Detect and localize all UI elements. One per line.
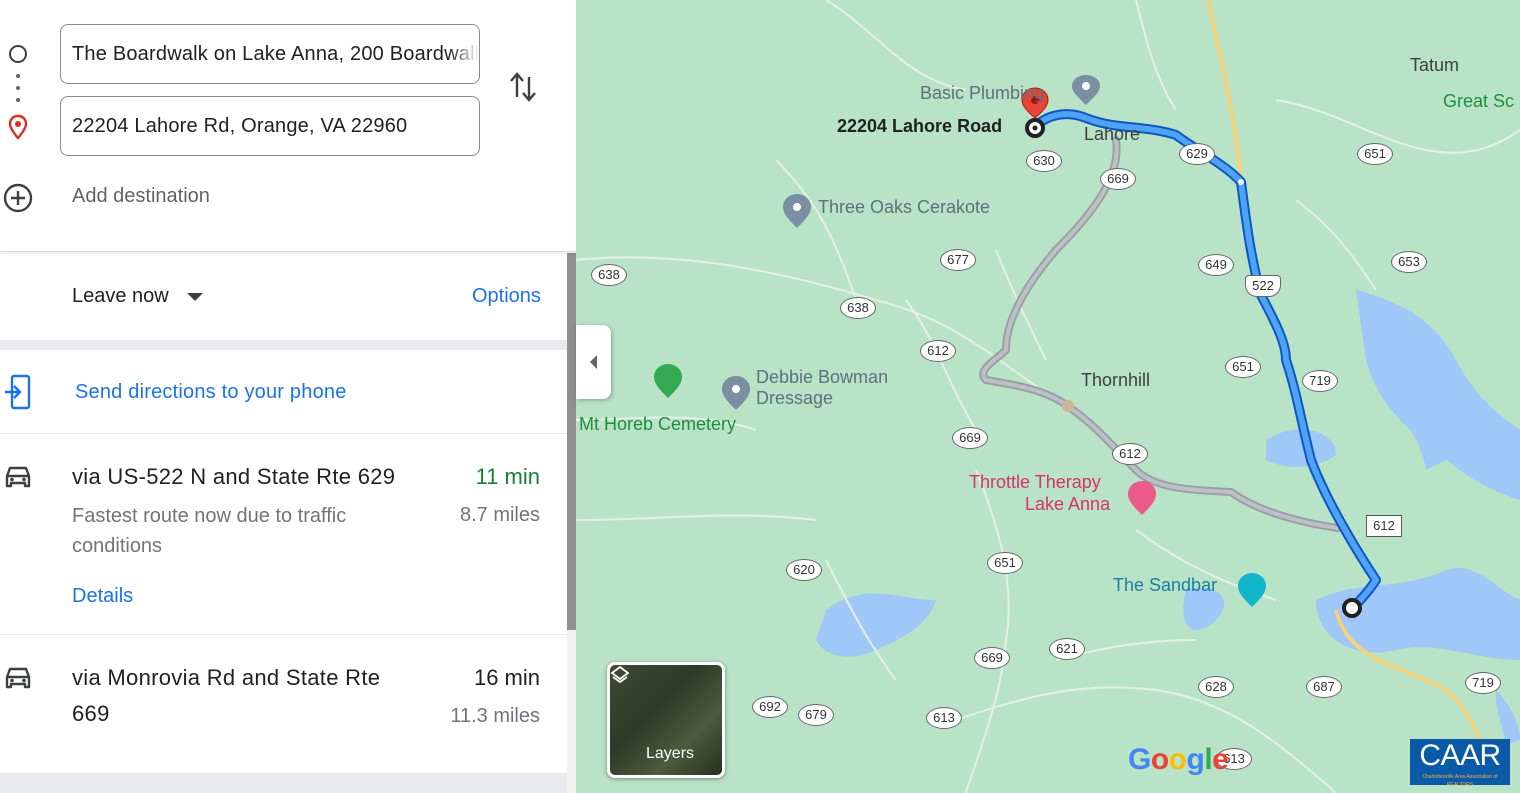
- road-shield: 719: [1465, 672, 1501, 694]
- place-label[interactable]: Debbie Bowman: [756, 367, 888, 388]
- section-divider: [0, 774, 567, 793]
- place-label[interactable]: Throttle Therapy: [969, 472, 1101, 493]
- road-shield: 679: [798, 704, 834, 726]
- road-shield: 613: [926, 707, 962, 729]
- place-label[interactable]: Mt Horeb Cemetery: [579, 414, 736, 435]
- route-inputs: The Boardwalk on Lake Anna, 200 Boardwal…: [0, 0, 576, 252]
- collapse-panel-button[interactable]: [576, 325, 611, 399]
- swap-button[interactable]: [505, 69, 541, 105]
- route-dots-icon: [16, 86, 20, 90]
- place-label[interactable]: Dressage: [756, 388, 833, 409]
- destination-input-value: 22204 Lahore Rd, Orange, VA 22960: [72, 114, 408, 137]
- route-dots-icon: [16, 98, 20, 102]
- cemetery-pin: [654, 364, 682, 398]
- map-canvas[interactable]: 22204 Lahore Road Basic Plumbing Lahore …: [576, 0, 1520, 793]
- road-shield: 630: [1026, 150, 1062, 172]
- road-shield: 651: [987, 552, 1023, 574]
- route-option[interactable]: via US-522 N and State Rte 629 11 min 8.…: [0, 435, 567, 635]
- road-shield: 638: [591, 264, 627, 286]
- origin-input-value: The Boardwalk on Lake Anna, 200 Boardwal…: [72, 42, 480, 65]
- road-shield: 649: [1198, 254, 1234, 276]
- route-duration: 16 min: [473, 665, 540, 690]
- road-shield: 669: [1100, 168, 1136, 190]
- chevron-left-icon: [590, 355, 597, 369]
- park-label[interactable]: Great Sc: [1443, 91, 1514, 112]
- throttle-pin: [1128, 481, 1156, 515]
- road-shield: 612: [1366, 515, 1402, 537]
- road-shield: 612: [920, 340, 956, 362]
- road-shield: 653: [1391, 251, 1427, 273]
- add-destination-button[interactable]: Add destination: [72, 185, 210, 208]
- swap-icon: [510, 72, 536, 102]
- scrollbar-thumb[interactable]: [567, 253, 576, 630]
- road-shield: 621: [1049, 638, 1085, 660]
- send-to-phone-icon: [4, 374, 32, 415]
- send-directions-link[interactable]: Send directions to your phone: [75, 381, 347, 404]
- leave-now-dropdown[interactable]: Leave now: [72, 285, 203, 308]
- car-icon: [2, 463, 34, 496]
- road-shield: 522: [1245, 275, 1281, 297]
- place-label[interactable]: The Sandbar: [1113, 575, 1217, 596]
- road-shield: 669: [952, 427, 988, 449]
- origin-marker: [1342, 598, 1362, 618]
- google-logo: Google: [1128, 743, 1229, 776]
- road-shield: 612: [1112, 443, 1148, 465]
- place-label[interactable]: Basic Plumbing: [920, 83, 1044, 104]
- place-label[interactable]: Three Oaks Cerakote: [818, 197, 990, 218]
- town-label: Lahore: [1084, 124, 1141, 144]
- leave-now-label: Leave now: [72, 285, 169, 307]
- route-dots-icon: [16, 74, 20, 78]
- maps-app: The Boardwalk on Lake Anna, 200 Boardwal…: [0, 0, 1520, 793]
- town-label: Thornhill: [1081, 370, 1151, 390]
- route-distance: 8.7 miles: [459, 504, 540, 526]
- road-shield: 628: [1198, 676, 1234, 698]
- layers-label: Layers: [646, 745, 695, 762]
- caar-logo-subtext: Charlottesville Area Association of REAL…: [1422, 774, 1498, 788]
- caar-logo: CAAR Charlottesville Area Association of…: [1410, 739, 1510, 788]
- add-destination-icon[interactable]: [2, 182, 34, 219]
- route-title: via US-522 N and State Rte 629: [72, 464, 396, 489]
- route-description: Fastest route now due to traffic conditi…: [72, 505, 347, 557]
- town-label: Tatum: [1410, 55, 1460, 75]
- caret-down-icon: [186, 292, 203, 301]
- road-shield: 651: [1225, 356, 1261, 378]
- origin-circle-icon: [9, 45, 27, 63]
- destination-map-label: 22204 Lahore Road: [837, 116, 1003, 136]
- options-button[interactable]: Options: [472, 285, 541, 308]
- road-shield: 638: [840, 297, 876, 319]
- road-shield: 629: [1179, 143, 1215, 165]
- car-icon: [2, 664, 34, 697]
- road-shield: 687: [1306, 676, 1342, 698]
- destination-pin-icon: [7, 114, 29, 145]
- road-shield: 651: [1357, 143, 1393, 165]
- caar-logo-text: CAAR: [1419, 739, 1501, 772]
- road-shield: 692: [752, 696, 788, 718]
- origin-input[interactable]: The Boardwalk on Lake Anna, 200 Boardwal…: [60, 24, 480, 84]
- road-shield: 620: [786, 559, 822, 581]
- road-shield: 669: [974, 647, 1010, 669]
- layers-button[interactable]: Layers: [607, 662, 725, 778]
- route-title: via Monrovia Rd and State Rte 669: [72, 665, 381, 726]
- layers-icon: [610, 665, 630, 684]
- road-shield: 677: [940, 249, 976, 271]
- sandbar-pin: [1238, 573, 1266, 607]
- route-distance: 11.3 miles: [450, 705, 540, 727]
- section-divider: [0, 340, 567, 350]
- details-link[interactable]: Details: [72, 585, 133, 608]
- road-shield: 719: [1302, 370, 1338, 392]
- destination-input[interactable]: 22204 Lahore Rd, Orange, VA 22960: [60, 96, 480, 156]
- directions-panel: The Boardwalk on Lake Anna, 200 Boardwal…: [0, 0, 576, 793]
- route-duration: 11 min: [475, 464, 540, 489]
- place-label[interactable]: Lake Anna: [1025, 494, 1110, 515]
- main-route-line: [1029, 109, 1381, 613]
- route-option[interactable]: via Monrovia Rd and State Rte 669 16 min…: [0, 636, 567, 774]
